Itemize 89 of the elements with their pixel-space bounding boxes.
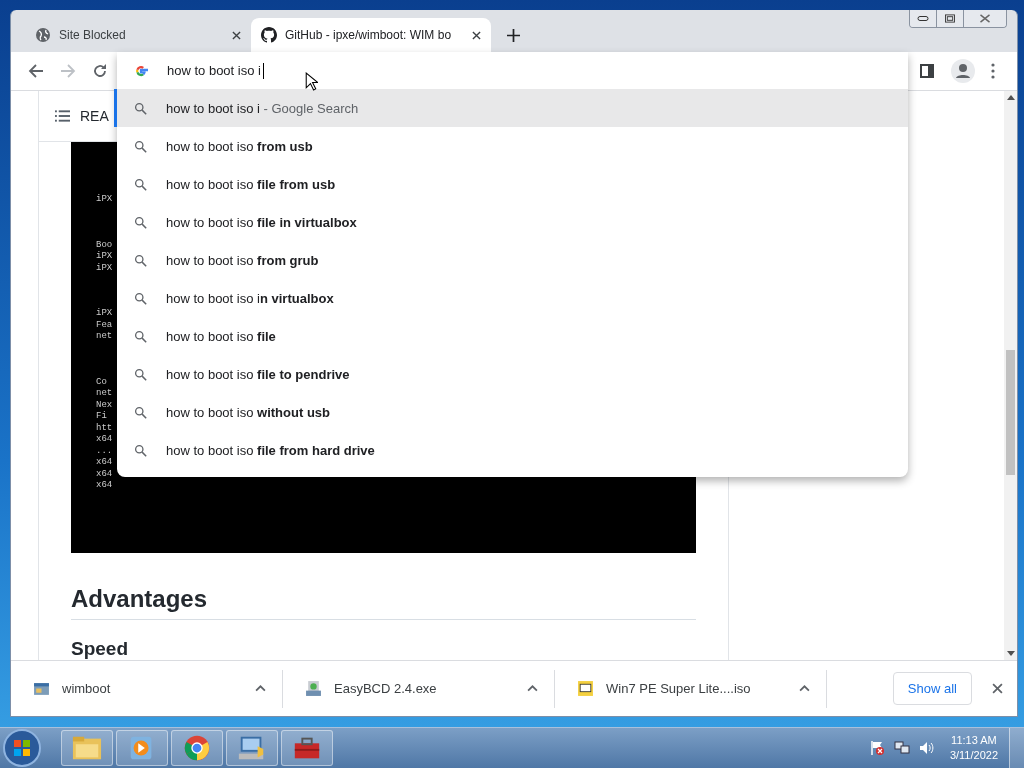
terminal-line: ... bbox=[96, 445, 113, 457]
subsection-heading: Speed bbox=[71, 638, 130, 660]
scroll-up-icon[interactable] bbox=[1006, 95, 1015, 100]
terminal-line: iPX bbox=[96, 308, 113, 320]
minimize-button[interactable] bbox=[910, 10, 936, 27]
back-icon[interactable] bbox=[28, 63, 44, 79]
terminal-line: x64 bbox=[96, 457, 113, 469]
taskbar-button[interactable] bbox=[281, 730, 333, 766]
suggestion-item[interactable]: how to boot iso file to pendrive bbox=[114, 355, 908, 393]
download-item[interactable]: wimboot bbox=[11, 669, 283, 708]
terminal-line: Boo bbox=[96, 239, 113, 251]
google-icon bbox=[134, 63, 148, 78]
list-icon[interactable] bbox=[55, 110, 70, 122]
clock-date: 3/11/2022 bbox=[949, 748, 998, 763]
close-button[interactable] bbox=[963, 10, 1006, 27]
address-field[interactable]: how to boot iso i bbox=[167, 62, 264, 79]
reload-icon[interactable] bbox=[92, 63, 108, 79]
octocat-icon bbox=[261, 27, 277, 43]
terminal-line: iPX bbox=[96, 194, 113, 206]
terminal-line: net bbox=[96, 388, 113, 400]
close-icon[interactable] bbox=[472, 30, 481, 40]
maximize-button[interactable] bbox=[936, 10, 963, 27]
program-icon bbox=[33, 680, 50, 697]
menu-icon[interactable] bbox=[991, 63, 995, 79]
section-heading: Advantages bbox=[71, 585, 209, 613]
installer-icon bbox=[305, 680, 322, 697]
browser-tab[interactable]: GitHub - ipxe/wimboot: WIM bo bbox=[251, 18, 491, 52]
mouse-pointer-icon bbox=[305, 72, 318, 91]
terminal-line: htt bbox=[96, 422, 113, 434]
globe-icon bbox=[35, 27, 51, 43]
search-icon bbox=[134, 253, 147, 267]
close-icon[interactable] bbox=[232, 30, 241, 40]
disc-image-icon bbox=[577, 680, 594, 697]
terminal-line: Nex bbox=[96, 399, 113, 411]
caret-icon[interactable] bbox=[799, 685, 810, 692]
search-icon bbox=[134, 101, 147, 115]
suggestion-item[interactable]: how to boot iso file from usb bbox=[114, 165, 908, 203]
search-icon bbox=[134, 291, 147, 305]
suggestion-item[interactable]: how to boot iso from grub bbox=[114, 241, 908, 279]
folder-icon bbox=[72, 734, 102, 762]
search-icon bbox=[134, 443, 147, 457]
search-icon bbox=[134, 177, 147, 191]
action-center-icon[interactable] bbox=[868, 740, 885, 756]
terminal-line: Co bbox=[96, 376, 107, 388]
browser-tab[interactable]: Site Blocked bbox=[25, 18, 251, 52]
terminal-line: x64 bbox=[96, 468, 113, 480]
caret-icon[interactable] bbox=[527, 685, 538, 692]
close-icon[interactable] bbox=[992, 683, 1003, 694]
close-icon bbox=[979, 14, 991, 23]
minimize-icon bbox=[917, 14, 929, 23]
terminal-line: Fea bbox=[96, 319, 113, 331]
network-icon[interactable] bbox=[893, 740, 910, 756]
search-icon bbox=[134, 329, 147, 343]
volume-icon[interactable] bbox=[918, 740, 935, 756]
suggestion-item[interactable]: how to boot iso file from hard drive bbox=[114, 431, 908, 469]
search-icon bbox=[134, 405, 147, 419]
terminal-line: Fi bbox=[96, 411, 107, 423]
suggestion-item[interactable]: how to boot iso without usb bbox=[114, 393, 908, 431]
clock-time: 11:13 AM bbox=[951, 733, 997, 748]
side-panel-icon[interactable] bbox=[919, 63, 935, 79]
download-item[interactable]: EasyBCD 2.4.exe bbox=[283, 669, 555, 708]
search-icon bbox=[134, 367, 147, 381]
search-icon bbox=[134, 215, 147, 229]
suggestion-item[interactable]: how to boot iso in virtualbox bbox=[114, 279, 908, 317]
taskbar-button[interactable] bbox=[171, 730, 223, 766]
terminal-line: x64 bbox=[96, 480, 113, 492]
profile-icon[interactable] bbox=[951, 59, 975, 83]
readme-title: REA bbox=[80, 108, 109, 124]
terminal-line: x64 bbox=[96, 434, 113, 446]
scroll-down-icon[interactable] bbox=[1006, 651, 1015, 656]
terminal-line: net bbox=[96, 331, 113, 343]
clock[interactable]: 11:13 AM 3/11/2022 bbox=[949, 733, 998, 763]
suggestion-item[interactable]: how to boot iso file in virtualbox bbox=[114, 203, 908, 241]
scrollbar[interactable] bbox=[1004, 91, 1017, 660]
suggestion-item[interactable]: how to boot iso from usb bbox=[114, 127, 908, 165]
taskbar-button[interactable] bbox=[226, 730, 278, 766]
restore-icon bbox=[944, 14, 956, 23]
terminal-line: iPX bbox=[96, 262, 113, 274]
show-all-button[interactable]: Show all bbox=[892, 672, 972, 705]
terminal-line: iPX bbox=[96, 251, 113, 263]
scrollbar-thumb[interactable] bbox=[1006, 350, 1015, 475]
suggestion-item[interactable]: how to boot iso file bbox=[114, 317, 908, 355]
new-tab-icon[interactable] bbox=[507, 29, 520, 42]
suggestion-item[interactable]: how to boot iso i - Google Search bbox=[114, 89, 908, 127]
chrome-icon bbox=[182, 734, 212, 762]
search-icon bbox=[134, 139, 147, 153]
caret-icon[interactable] bbox=[255, 685, 266, 692]
download-item[interactable]: Win7 PE Super Lite....iso bbox=[555, 669, 827, 708]
start-button[interactable] bbox=[2, 728, 42, 768]
